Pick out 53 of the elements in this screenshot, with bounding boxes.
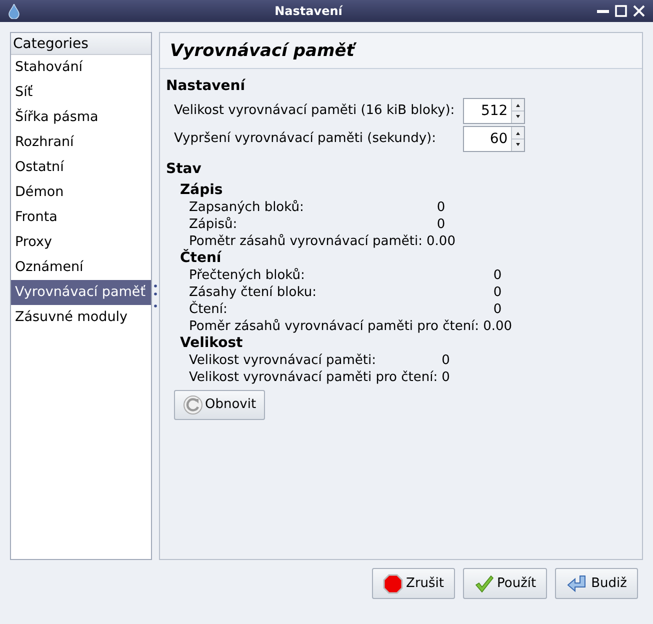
stat-value: 0 [493, 267, 502, 284]
stat-value: 0 [442, 352, 450, 369]
field-label: Vypršení vyrovnávací paměti (sekundy): [174, 130, 438, 148]
category-item[interactable]: Rozhraní [11, 130, 151, 155]
section-heading: Stav [166, 160, 202, 178]
stat-value: 0 [436, 199, 446, 216]
stat-value: 0.00 [426, 233, 456, 250]
category-item[interactable]: Zásuvné moduly [11, 305, 151, 330]
field-label: Velikost vyrovnávací paměti (16 kiB bloky): [174, 102, 456, 120]
category-item[interactable]: Stahování [11, 55, 151, 80]
stat-label: Velikost vyrovnávací paměti: [189, 352, 377, 369]
category-item[interactable]: Šířka pásma [11, 105, 151, 130]
stat-label: Zásahy čtení bloku: [189, 284, 318, 300]
return-arrow-icon [566, 574, 588, 594]
spin-button[interactable]: 60 [462, 126, 525, 152]
stat-label: Pomětr zásahů vyrovnávací paměti: [189, 233, 424, 249]
apply-button[interactable]: Použít [463, 568, 548, 599]
stat-label: Zápisů: [189, 216, 238, 233]
window-title: Nastavení [274, 3, 342, 20]
pane-handle[interactable] [154, 284, 157, 308]
stat-value: 0.00 [483, 318, 512, 335]
spin-button[interactable]: 512 [462, 98, 525, 124]
stat-value: 0 [442, 369, 450, 386]
stat-value: 0 [436, 216, 446, 233]
group-heading: Zápis [180, 182, 224, 199]
check-icon [474, 574, 494, 594]
section-heading: Nastavení [166, 77, 246, 95]
stat-value: 0 [493, 301, 502, 318]
category-item[interactable]: Ostatní [11, 155, 151, 180]
cancel-button[interactable]: Zrušit [372, 568, 456, 599]
stat-value: 0 [493, 284, 502, 301]
ok-button[interactable]: Budiž [555, 568, 638, 599]
page-title: Vyrovnávací paměť [160, 33, 642, 69]
stop-icon [383, 574, 404, 594]
group-heading: Velikost [180, 335, 244, 352]
category-item[interactable]: Fronta [11, 205, 151, 230]
refresh-button[interactable]: Obnovit [174, 390, 266, 420]
category-item[interactable]: Démon [11, 180, 151, 205]
category-item[interactable]: Proxy [11, 230, 151, 255]
group-heading: Čtení [180, 250, 223, 267]
close-icon[interactable] [633, 5, 645, 17]
stat-label: Velikost vyrovnávací paměti pro čtení: [189, 369, 439, 386]
category-item[interactable]: Vyrovnávací paměť [11, 280, 151, 305]
category-item[interactable]: Oznámení [11, 255, 151, 280]
drop-icon [8, 4, 20, 18]
stat-label: Přečtených bloků: [189, 267, 306, 284]
refresh-icon [183, 395, 203, 415]
maximize-icon[interactable] [615, 5, 627, 17]
stat-label: Poměr zásahů vyrovnávací paměti pro čtení: [189, 318, 480, 335]
column-header[interactable]: Categories [11, 33, 151, 55]
stat-label: Zapsaných bloků: [189, 199, 305, 216]
stat-label: Čtení: [189, 301, 228, 318]
category-item[interactable]: Síť [11, 80, 151, 105]
